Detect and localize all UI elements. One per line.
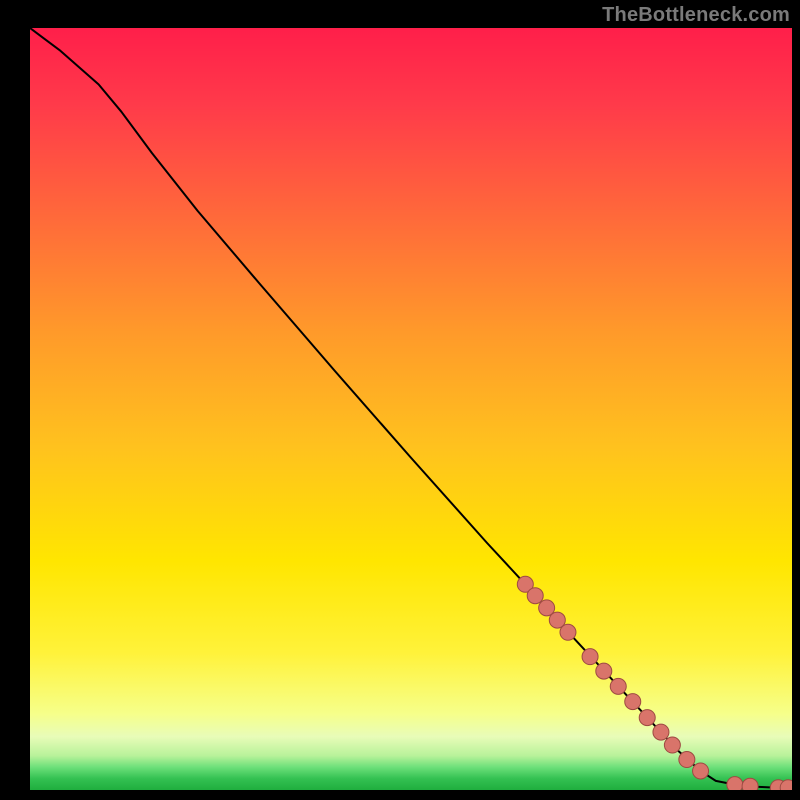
data-marker (693, 763, 709, 779)
data-marker (679, 752, 695, 768)
data-marker (582, 649, 598, 665)
data-marker (727, 777, 743, 790)
data-marker (560, 624, 576, 640)
chart-svg (30, 28, 792, 790)
data-marker (664, 737, 680, 753)
data-marker (639, 710, 655, 726)
attribution-label: TheBottleneck.com (602, 4, 790, 27)
data-marker (610, 678, 626, 694)
data-marker (596, 663, 612, 679)
data-marker (527, 588, 543, 604)
chart-stage: TheBottleneck.com (0, 0, 800, 800)
data-marker (742, 778, 758, 790)
data-marker (653, 724, 669, 740)
plot-area (30, 28, 792, 790)
data-marker (625, 694, 641, 710)
